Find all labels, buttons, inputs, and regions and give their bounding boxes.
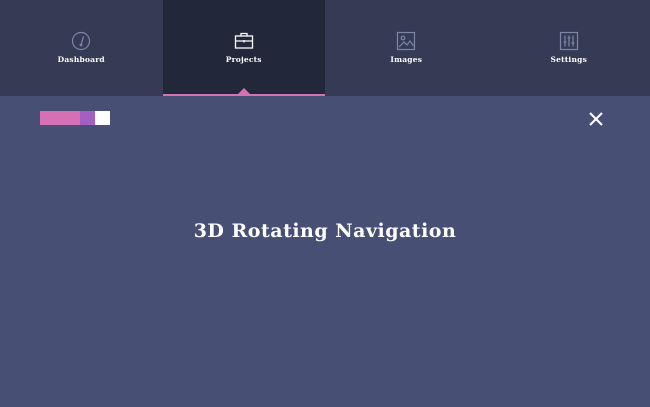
nav-label-projects: Projects bbox=[225, 55, 262, 64]
swatch-pink[interactable] bbox=[40, 111, 80, 125]
nav-label-dashboard: Dashboard bbox=[57, 55, 105, 64]
page-title: 3D Rotating Navigation bbox=[193, 220, 457, 242]
color-swatches bbox=[40, 111, 110, 125]
close-icon[interactable] bbox=[587, 110, 605, 128]
top-navigation: Dashboard Projects Images Settings bbox=[0, 0, 650, 96]
speedometer-icon bbox=[72, 31, 91, 51]
nav-item-projects[interactable]: Projects bbox=[162, 0, 325, 96]
image-icon bbox=[397, 31, 416, 51]
nav-item-images[interactable]: Images bbox=[325, 0, 488, 96]
sliders-icon bbox=[559, 31, 578, 51]
swatch-purple[interactable] bbox=[80, 111, 95, 125]
active-indicator bbox=[237, 88, 250, 94]
nav-label-settings: Settings bbox=[550, 55, 587, 64]
briefcase-icon bbox=[234, 32, 253, 49]
nav-item-settings[interactable]: Settings bbox=[488, 0, 650, 96]
nav-label-images: Images bbox=[390, 55, 423, 64]
swatch-white[interactable] bbox=[95, 111, 110, 125]
nav-item-dashboard[interactable]: Dashboard bbox=[0, 0, 163, 96]
